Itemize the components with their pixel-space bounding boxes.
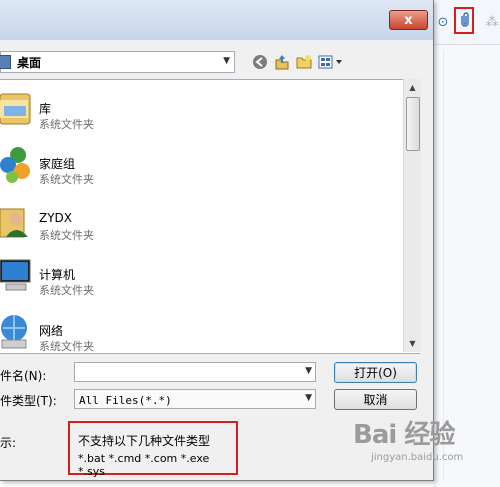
item-type: 系统文件夹 bbox=[39, 118, 94, 131]
item-name: 库 bbox=[39, 102, 52, 116]
new-folder-icon[interactable] bbox=[295, 54, 313, 70]
scroll-thumb[interactable] bbox=[406, 97, 420, 151]
unsupported-types-box: 不支持以下几种文件类型 *.bat *.cmd *.com *.exe *.sy… bbox=[68, 421, 238, 478]
list-item[interactable]: 网络 系统文件夹 bbox=[0, 308, 400, 358]
filetype-value: All Files(*.*) bbox=[79, 394, 172, 407]
open-file-dialog: x 桌面 ▼ 库 系统文件夹 家庭组 系统文件夹 ZYDX 系统文件夹 计算机 … bbox=[0, 0, 434, 481]
view-menu-icon[interactable] bbox=[318, 54, 344, 70]
filename-input[interactable]: ▼ bbox=[74, 362, 316, 382]
location-combobox[interactable]: 桌面 ▼ bbox=[0, 51, 235, 73]
item-name: 网络 bbox=[39, 324, 64, 338]
link-icon[interactable]: ⊙ bbox=[435, 14, 451, 30]
item-name: ZYDX bbox=[39, 211, 73, 225]
list-item[interactable]: 计算机 系统文件夹 bbox=[0, 252, 400, 302]
homegroup-icon bbox=[0, 141, 32, 185]
item-type: 系统文件夹 bbox=[39, 284, 94, 297]
scroll-down-icon[interactable]: ▼ bbox=[404, 335, 421, 352]
hint-label: 示: bbox=[0, 436, 17, 450]
computer-icon bbox=[0, 252, 32, 296]
chevron-down-icon[interactable]: ▼ bbox=[305, 366, 312, 376]
cancel-button[interactable]: 取消 bbox=[334, 389, 417, 410]
dialog-titlebar bbox=[0, 0, 433, 40]
watermark-url: jingyan.baidu.com bbox=[371, 452, 464, 463]
close-button[interactable]: x bbox=[389, 10, 428, 30]
list-item[interactable]: 库 系统文件夹 bbox=[0, 86, 400, 136]
file-list[interactable]: 库 系统文件夹 家庭组 系统文件夹 ZYDX 系统文件夹 计算机 系统文件夹 网… bbox=[0, 79, 420, 354]
filetype-label: 件类型(T): bbox=[0, 394, 57, 408]
open-button[interactable]: 打开(O) bbox=[334, 362, 417, 383]
desktop-folder-icon bbox=[0, 55, 11, 69]
item-name: 家庭组 bbox=[39, 157, 76, 171]
item-type: 系统文件夹 bbox=[39, 229, 94, 242]
hint-extensions: *.bat *.cmd *.com *.exe *.sys bbox=[78, 452, 210, 478]
network-icon bbox=[0, 308, 32, 352]
up-folder-icon[interactable] bbox=[273, 54, 291, 70]
location-text: 桌面 bbox=[17, 55, 42, 70]
library-icon bbox=[0, 86, 32, 130]
filename-label: 件名(N): bbox=[0, 369, 47, 383]
watermark-logo: Bai 经验 bbox=[353, 420, 455, 450]
baidu-watermark: Bai 经验 jingyan.baidu.com bbox=[353, 410, 493, 472]
toolbar-edge-icon: ⁂ bbox=[485, 14, 499, 30]
list-item[interactable]: 家庭组 系统文件夹 bbox=[0, 141, 400, 191]
item-type: 系统文件夹 bbox=[39, 173, 94, 186]
item-type: 系统文件夹 bbox=[39, 340, 94, 353]
chevron-down-icon[interactable]: ▼ bbox=[305, 393, 312, 403]
hint-title: 不支持以下几种文件类型 bbox=[78, 434, 211, 448]
chevron-down-icon[interactable]: ▼ bbox=[223, 56, 230, 66]
filetype-select[interactable]: All Files(*.*) ▼ bbox=[74, 389, 316, 409]
back-icon[interactable] bbox=[251, 54, 269, 70]
item-name: 计算机 bbox=[39, 268, 76, 282]
scroll-up-icon[interactable]: ▲ bbox=[404, 79, 421, 96]
vertical-scrollbar[interactable]: ▲ ▼ bbox=[403, 79, 421, 352]
user-folder-icon bbox=[0, 197, 32, 241]
attachment-highlight-box bbox=[454, 7, 474, 34]
list-item[interactable]: ZYDX 系统文件夹 bbox=[0, 197, 400, 247]
